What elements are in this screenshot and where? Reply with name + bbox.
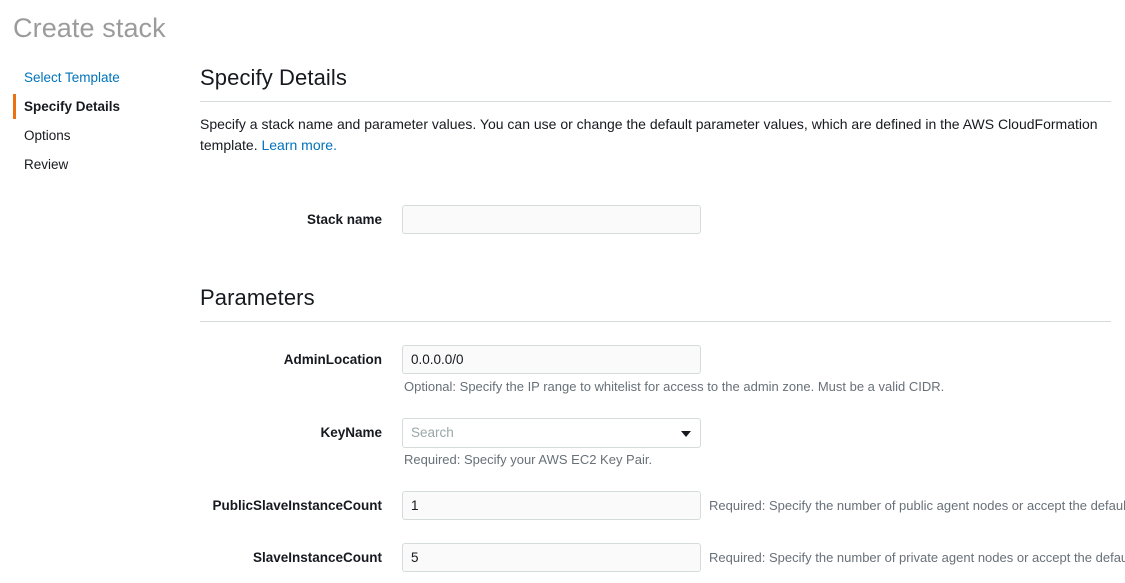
parameter-select-keyname[interactable]: Search bbox=[402, 418, 701, 448]
parameter-help-text: Required: Specify your AWS EC2 Key Pair. bbox=[404, 452, 653, 467]
sidebar-item-label: Review bbox=[24, 157, 69, 172]
chevron-down-icon bbox=[681, 431, 691, 437]
parameter-select-value: Search bbox=[411, 425, 454, 440]
sidebar-item-specify-details[interactable]: Specify Details bbox=[13, 92, 183, 121]
parameter-row-keyname: KeyName Search Required: Specify your AW… bbox=[200, 418, 1111, 474]
intro-paragraph: Specify a stack name and parameter value… bbox=[200, 114, 1107, 156]
sidebar-item-options[interactable]: Options bbox=[13, 121, 183, 150]
parameter-row-adminlocation: AdminLocation Optional: Specify the IP r… bbox=[200, 345, 1111, 401]
page-title: Create stack bbox=[13, 13, 166, 43]
parameter-input-publicslaveinstancecount[interactable] bbox=[402, 491, 701, 520]
learn-more-link[interactable]: Learn more. bbox=[261, 137, 336, 153]
sidebar-item-label: Options bbox=[24, 128, 71, 143]
parameter-label: KeyName bbox=[320, 425, 382, 440]
parameter-help-text: Required: Specify the number of private … bbox=[709, 550, 1125, 565]
parameter-label: AdminLocation bbox=[283, 352, 382, 367]
section-divider bbox=[200, 101, 1111, 102]
stack-name-row: Stack name bbox=[200, 205, 1111, 245]
parameter-label: PublicSlaveInstanceCount bbox=[212, 498, 382, 513]
parameter-row-publicslaveinstancecount: PublicSlaveInstanceCount Required: Speci… bbox=[200, 491, 1125, 531]
sidebar-item-label: Specify Details bbox=[24, 99, 121, 114]
parameter-input-slaveinstancecount[interactable] bbox=[402, 543, 701, 572]
section-title-parameters: Parameters bbox=[200, 285, 315, 310]
sidebar-item-label: Select Template bbox=[24, 70, 120, 85]
parameter-row-slaveinstancecount: SlaveInstanceCount Required: Specify the… bbox=[200, 543, 1125, 583]
wizard-sidebar: Select Template Specify Details Options … bbox=[13, 63, 183, 179]
stack-name-input[interactable] bbox=[402, 205, 701, 234]
section-title-specify-details: Specify Details bbox=[200, 65, 348, 90]
parameter-label: SlaveInstanceCount bbox=[252, 550, 382, 565]
parameter-help-text: Optional: Specify the IP range to whitel… bbox=[404, 379, 945, 394]
parameter-help-text: Required: Specify the number of public a… bbox=[709, 498, 1125, 513]
sidebar-item-review[interactable]: Review bbox=[13, 150, 183, 179]
parameters-divider bbox=[200, 321, 1111, 322]
stack-name-label: Stack name bbox=[306, 212, 382, 227]
parameter-input-adminlocation[interactable] bbox=[402, 345, 701, 374]
sidebar-item-select-template[interactable]: Select Template bbox=[13, 63, 183, 92]
